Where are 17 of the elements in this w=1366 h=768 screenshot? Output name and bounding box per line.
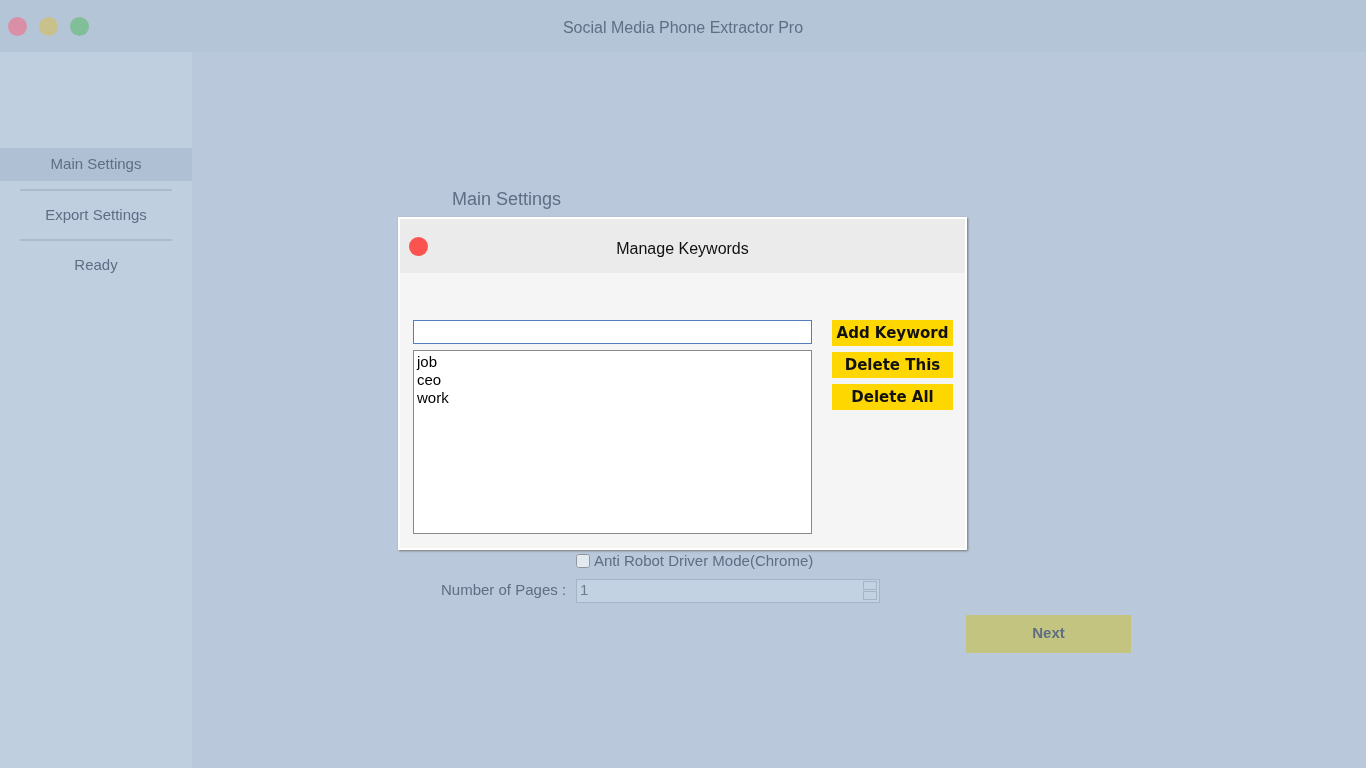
checkbox[interactable]: [576, 554, 590, 569]
close-icon[interactable]: [409, 237, 428, 256]
window-control-icon[interactable]: [8, 17, 27, 36]
window-title: Social Media Phone Extractor Pro: [561, 18, 805, 38]
window-control-icon[interactable]: [70, 17, 89, 36]
list-item[interactable]: ceo: [417, 371, 808, 389]
action-button[interactable]: Delete All: [832, 384, 953, 410]
action-button[interactable]: Add Keyword: [832, 320, 953, 346]
list-item[interactable]: work: [417, 389, 808, 407]
action-button[interactable]: Delete This: [832, 352, 953, 378]
checkbox-label: Anti Robot Driver Mode(Chrome): [594, 551, 814, 571]
keyword-input[interactable]: [413, 320, 812, 344]
list-item[interactable]: job: [417, 353, 808, 371]
keyword-list[interactable]: job ceo work: [413, 350, 812, 534]
field-label: Number of Pages :: [441, 580, 567, 601]
section-heading: Main Settings: [452, 189, 562, 209]
dialog-title: Manage Keywords: [615, 239, 750, 259]
